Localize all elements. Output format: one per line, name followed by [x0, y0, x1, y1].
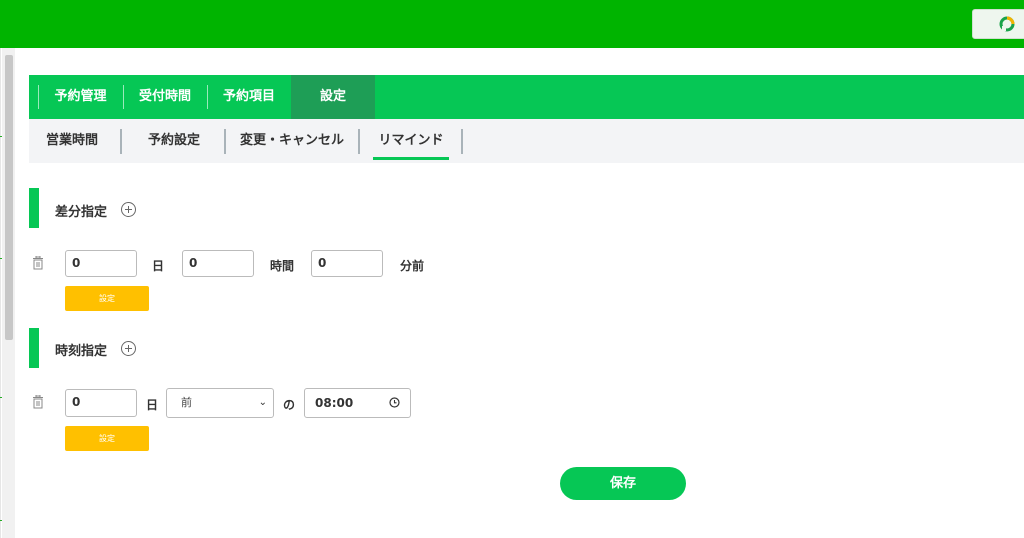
scrollbar-thumb[interactable]: [5, 55, 13, 340]
time-input[interactable]: 08:00: [304, 388, 411, 418]
relative-days-label: 日: [152, 259, 165, 273]
absolute-set-button[interactable]: 設定: [65, 426, 149, 451]
save-button[interactable]: 保存: [560, 467, 686, 500]
relative-hours-input[interactable]: 0: [182, 250, 254, 277]
sub-tabs: 営業時間 予約設定 変更・キャンセル リマインド: [29, 119, 1024, 163]
absolute-days-input[interactable]: 0: [65, 389, 137, 417]
time-value: 08:00: [315, 396, 354, 410]
section-marker: [29, 328, 39, 368]
trash-icon[interactable]: [32, 256, 44, 270]
subtab-divider: [224, 129, 226, 154]
relative-hours-label: 時間: [270, 259, 295, 273]
subtab-divider: [120, 129, 122, 154]
tab-settings[interactable]: 設定: [291, 75, 375, 119]
relative-minutes-input[interactable]: 0: [311, 250, 383, 277]
select-value: 前: [181, 396, 192, 409]
absolute-days-label: 日: [146, 398, 159, 412]
relative-days-input[interactable]: 0: [65, 250, 137, 277]
app-logo-icon: [999, 16, 1015, 32]
subtab-business-hours[interactable]: 営業時間: [29, 119, 115, 163]
subtab-change-cancel[interactable]: 変更・キャンセル: [232, 119, 352, 163]
add-relative-icon[interactable]: [121, 202, 136, 217]
clock-icon[interactable]: [389, 397, 400, 408]
main-tabs: 予約管理 受付時間 予約項目 設定: [29, 75, 1024, 119]
subtab-active-indicator: [373, 157, 449, 160]
tab-reservation-items[interactable]: 予約項目: [207, 75, 291, 119]
relative-minutes-label: 分前: [400, 259, 425, 273]
section-marker: [29, 188, 39, 228]
relative-set-button[interactable]: 設定: [65, 286, 149, 311]
add-absolute-icon[interactable]: [121, 341, 136, 356]
before-after-select[interactable]: 前 ⌄: [166, 388, 274, 418]
subtab-divider: [358, 129, 360, 154]
absolute-section-title: 時刻指定: [55, 344, 108, 359]
chevron-down-icon: ⌄: [258, 397, 267, 408]
left-edge-line: [0, 48, 1, 538]
relative-section-title: 差分指定: [55, 205, 108, 220]
tab-reception-time[interactable]: 受付時間: [123, 75, 207, 119]
subtab-divider: [461, 129, 463, 154]
tab-reservation-management[interactable]: 予約管理: [38, 75, 123, 119]
top-header: [0, 0, 1024, 48]
connector-label: の: [283, 398, 296, 412]
header-app-button[interactable]: [972, 9, 1024, 39]
subtab-reservation-settings[interactable]: 予約設定: [129, 119, 219, 163]
trash-icon[interactable]: [32, 395, 44, 409]
